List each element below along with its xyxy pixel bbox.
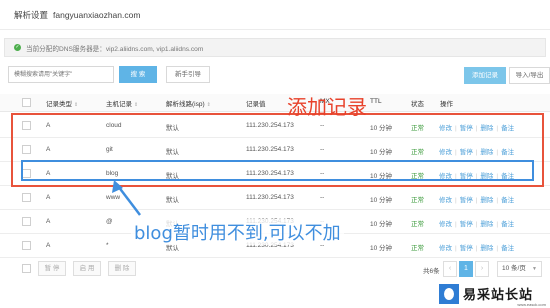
watermark: 易采站长站 www.easck.com [437, 279, 550, 308]
host-record: @ [106, 218, 113, 225]
search-input[interactable] [8, 66, 114, 83]
record-type: A [46, 194, 51, 201]
page-title: 解析设置 [14, 9, 49, 20]
guide-button[interactable]: 新手引导 [166, 66, 210, 83]
row-actions: 修改 | 暂停 | 删除 | 备注 [439, 194, 514, 204]
toolbar: 搜 索 新手引导 添加记录 导入/导出 [0, 64, 550, 86]
select-all-checkbox[interactable] [22, 98, 31, 107]
divider: | [496, 197, 499, 204]
column-header-line[interactable]: 解析线路(isp) ⇕ [166, 98, 211, 108]
note-link[interactable]: 备注 [501, 245, 514, 252]
footer-select-all-checkbox[interactable] [22, 264, 31, 273]
search-button[interactable]: 搜 索 [119, 66, 157, 83]
resolve-line: 默认 [166, 197, 179, 204]
bulk-enable-button[interactable]: 启 用 [73, 261, 101, 276]
status-badge: 正常 [411, 221, 424, 228]
watermark-url: www.easck.com [517, 302, 546, 307]
ttl-value: 10 分钟 [370, 197, 393, 204]
edit-link[interactable]: 修改 [439, 245, 452, 252]
bulk-pause-button[interactable]: 暂 停 [38, 261, 66, 276]
mx-priority: -- [320, 194, 325, 201]
bulk-delete-button[interactable]: 删 除 [108, 261, 136, 276]
note-link[interactable]: 备注 [501, 197, 514, 204]
next-page-button[interactable]: › [475, 261, 489, 277]
sort-icon[interactable]: ⇕ [74, 102, 78, 108]
page-1-button[interactable]: 1 [459, 261, 473, 277]
total-count: 共6条 [423, 268, 440, 275]
column-header-ttl: TTL [370, 98, 382, 105]
annotation-blog-optional: blog暂时用不到,可以不加 [131, 219, 344, 245]
ttl-value: 10 分钟 [370, 245, 393, 252]
divider: | [455, 221, 457, 228]
row-actions: 修改 | 暂停 | 删除 | 备注 [439, 242, 514, 252]
column-header-actions: 操作 [440, 101, 453, 108]
dns-notice-text: 当前分配的DNS服务器是：vip2.aliidns.com, vip1.alii… [26, 45, 204, 53]
highlight-box-blue [21, 160, 534, 181]
row-actions: 修改 | 暂停 | 删除 | 备注 [439, 218, 514, 228]
divider: | [496, 245, 499, 252]
table-row: A www 默认 111.230.254.173 -- 10 分钟 正常 修改 |… [0, 186, 550, 210]
divider: | [455, 197, 457, 204]
row-checkbox[interactable] [22, 217, 31, 226]
note-link[interactable]: 备注 [501, 221, 514, 228]
sort-icon[interactable]: ⇕ [207, 102, 211, 108]
table-footer: 暂 停 启 用 删 除 共6条 ‹ 1 › 10 条/页 ▼ [0, 258, 550, 280]
column-header-host[interactable]: 主机记录 ⇕ [106, 98, 138, 108]
dns-notice: ✓ 当前分配的DNS服务器是：vip2.aliidns.com, vip1.al… [4, 38, 546, 57]
watermark-text: 易采站长站 [463, 288, 534, 303]
divider: | [496, 221, 499, 228]
row-checkbox[interactable] [22, 193, 31, 202]
status-badge: 正常 [411, 245, 424, 252]
edit-link[interactable]: 修改 [439, 197, 452, 204]
check-circle-icon: ✓ [14, 44, 21, 51]
divider: | [475, 245, 478, 252]
title-bar: 解析设置 fangyuanxiaozhan.com [0, 0, 550, 30]
record-type: A [46, 218, 51, 225]
sort-icon[interactable]: ⇕ [134, 102, 138, 108]
status-badge: 正常 [411, 197, 424, 204]
delete-link[interactable]: 删除 [480, 221, 493, 228]
column-header-status: 状态 [411, 101, 424, 108]
row-checkbox[interactable] [22, 241, 31, 250]
host-record: www [106, 194, 121, 201]
annotation-add-records: 添加记录 [287, 95, 367, 119]
per-page-select[interactable]: 10 条/页 ▼ [497, 261, 542, 277]
delete-link[interactable]: 删除 [480, 197, 493, 204]
chevron-down-icon: ▼ [532, 266, 537, 272]
host-record: * [106, 242, 109, 249]
table-header: 记录类型 ⇕ 主机记录 ⇕ 解析线路(isp) ⇕ 记录值 MX TTL 状态 操作 [0, 94, 550, 112]
pause-link[interactable]: 暂停 [460, 221, 473, 228]
column-header-type[interactable]: 记录类型 ⇕ [46, 98, 78, 108]
add-record-button[interactable]: 添加记录 [464, 67, 506, 84]
pause-link[interactable]: 暂停 [460, 245, 473, 252]
delete-link[interactable]: 删除 [480, 245, 493, 252]
ttl-value: 10 分钟 [370, 221, 393, 228]
edit-link[interactable]: 修改 [439, 221, 452, 228]
column-header-value: 记录值 [246, 101, 266, 108]
import-export-button[interactable]: 导入/导出 [509, 67, 550, 84]
divider: | [455, 245, 457, 252]
per-page-value: 10 条/页 [502, 265, 526, 272]
record-type: A [46, 242, 51, 249]
domain-name: fangyuanxiaozhan.com [53, 9, 141, 20]
pause-link[interactable]: 暂停 [460, 197, 473, 204]
divider: | [475, 221, 478, 228]
record-value: 111.230.254.173 [246, 194, 294, 201]
watermark-logo-icon [439, 283, 459, 304]
prev-page-button[interactable]: ‹ [443, 261, 457, 277]
divider: | [475, 197, 478, 204]
